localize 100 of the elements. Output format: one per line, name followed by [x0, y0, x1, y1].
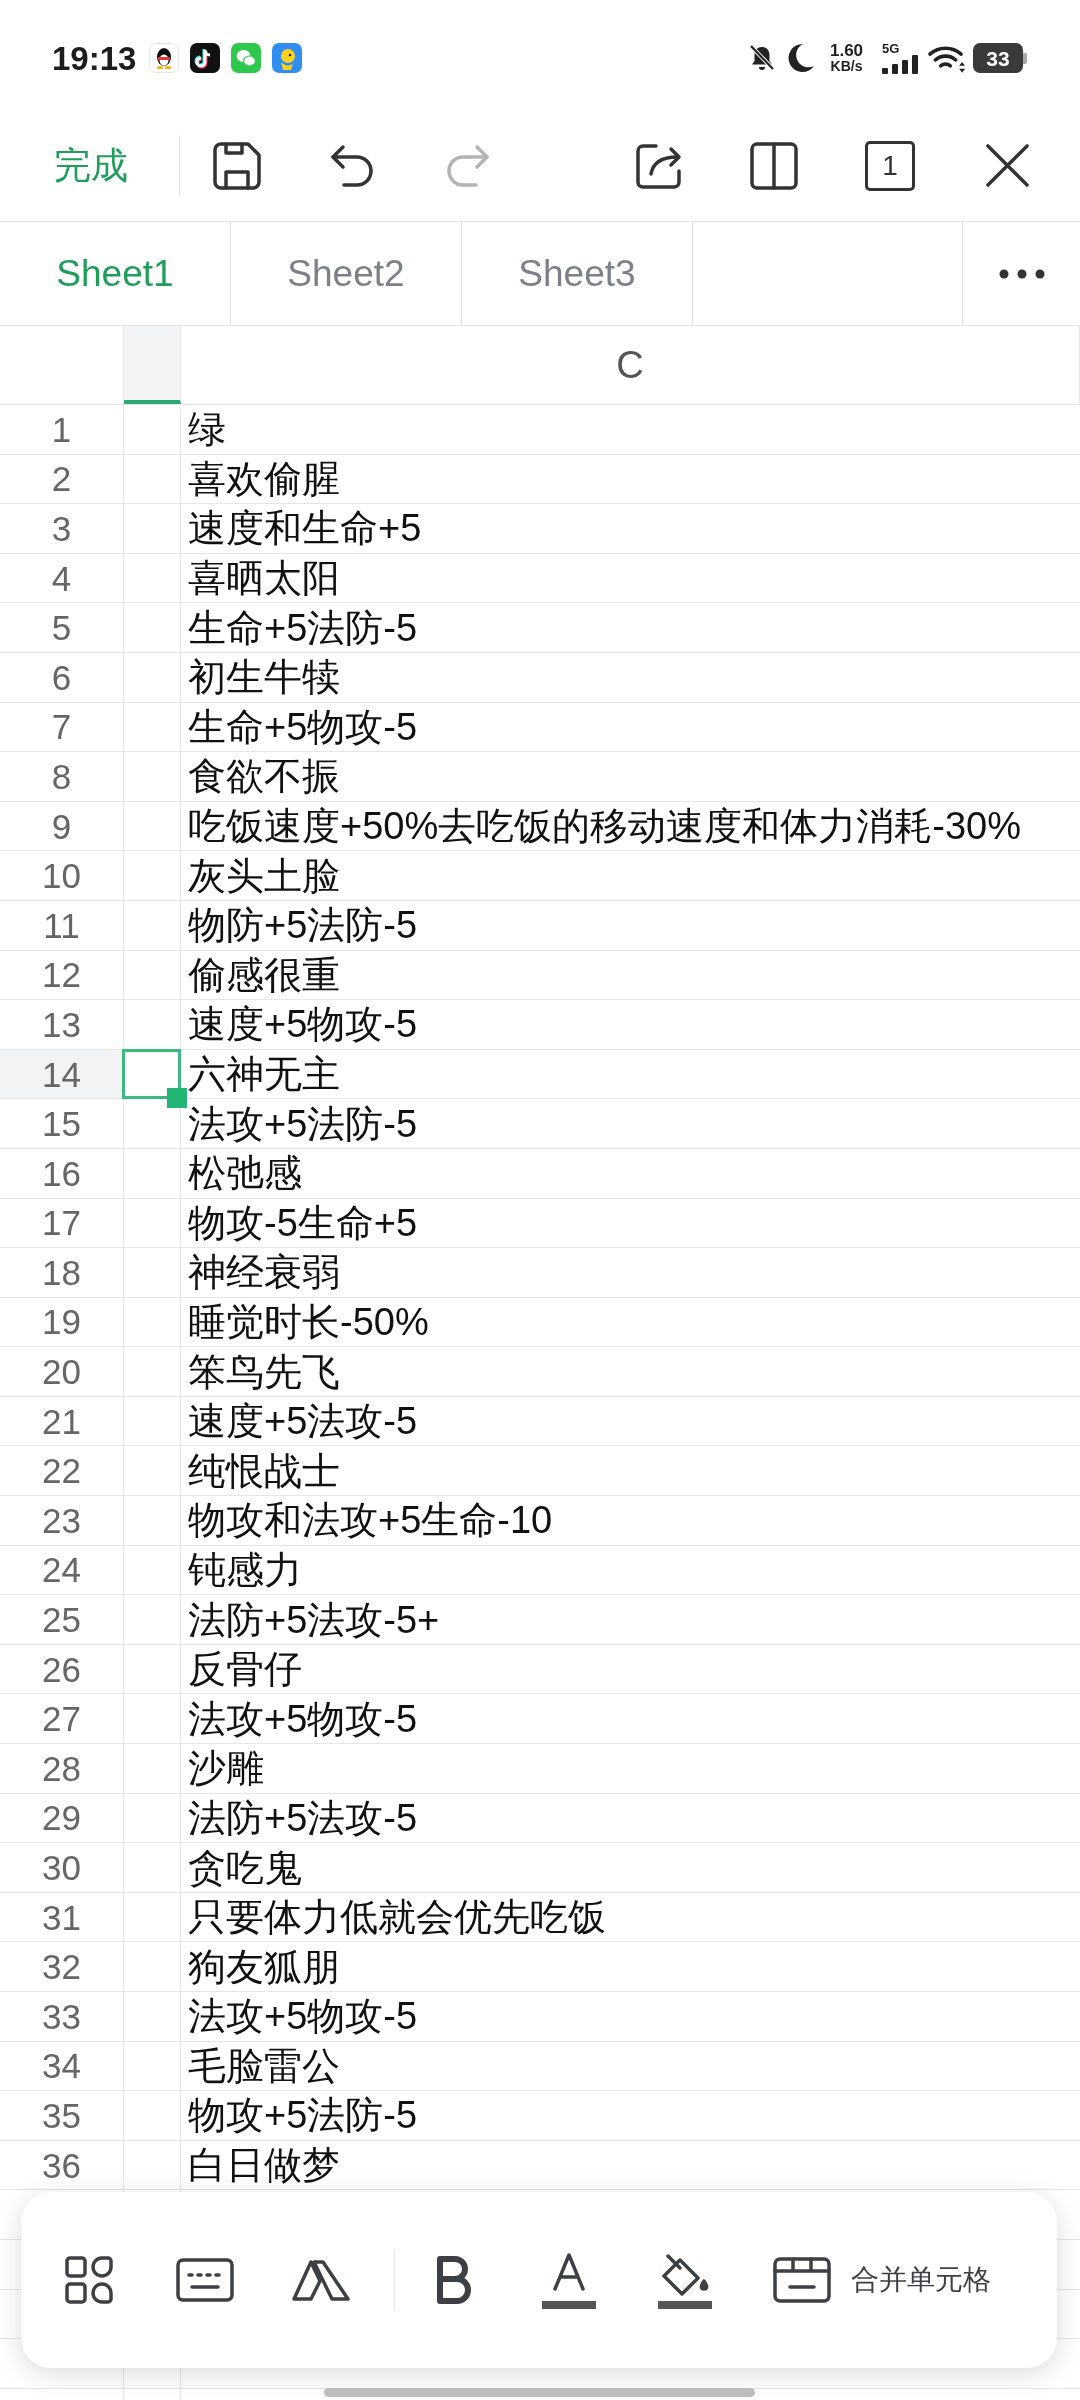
- cell-text: 绿: [188, 407, 226, 453]
- row-header[interactable]: 16: [0, 1148, 124, 1198]
- cell-text: 反骨仔: [188, 1647, 302, 1693]
- row-header[interactable]: 8: [0, 752, 124, 801]
- row-header[interactable]: 22: [0, 1446, 124, 1496]
- grid-layout-icon[interactable]: [64, 2255, 114, 2305]
- cell-text: 法攻+5法防-5: [188, 1101, 418, 1147]
- row-header[interactable]: 28: [0, 1744, 124, 1793]
- row-header[interactable]: 11: [0, 900, 124, 950]
- status-time: 19:13: [52, 41, 137, 75]
- merge-cells-button[interactable]: 合并单元格: [773, 2257, 991, 2303]
- penguin-app-icon: [149, 43, 180, 73]
- cell-text: 钝感力: [188, 1547, 302, 1593]
- row-header[interactable]: 12: [0, 950, 124, 1000]
- row-header[interactable]: 20: [0, 1347, 124, 1396]
- row-header[interactable]: 1: [0, 405, 124, 454]
- column-header[interactable]: [124, 326, 181, 404]
- row-header[interactable]: 5: [0, 603, 124, 652]
- sheet-tab[interactable]: Sheet2: [231, 222, 462, 325]
- network-speed-unit: KB/s: [830, 59, 863, 74]
- page-indicator-button[interactable]: 1: [865, 140, 915, 191]
- row-header[interactable]: 25: [0, 1595, 124, 1644]
- fill-handle-icon[interactable]: [167, 1087, 187, 1108]
- row-header[interactable]: 6: [0, 652, 124, 702]
- row-header[interactable]: 4: [0, 553, 124, 603]
- cell-text: 速度+5法攻-5: [188, 1399, 418, 1445]
- row-header[interactable]: 29: [0, 1793, 124, 1843]
- cell-text: 只要体力低就会优先吃饭: [188, 1895, 606, 1941]
- cell-text: 法攻+5物攻-5: [188, 1994, 418, 2040]
- wifi-icon: [927, 43, 966, 73]
- cell-text: 法防+5法攻-5+: [188, 1597, 440, 1643]
- row-header[interactable]: 35: [0, 2091, 124, 2140]
- keyboard-icon[interactable]: [176, 2258, 234, 2302]
- row-header[interactable]: 15: [0, 1099, 124, 1148]
- cell-text: 速度+5物攻-5: [188, 1002, 418, 1048]
- row-header[interactable]: 18: [0, 1248, 124, 1297]
- save-icon[interactable]: [212, 140, 262, 191]
- close-icon[interactable]: [985, 143, 1030, 188]
- row-header[interactable]: 24: [0, 1545, 124, 1595]
- cell-text: 初生牛犊: [188, 655, 340, 701]
- bird-app-icon: [272, 43, 303, 73]
- done-button[interactable]: 完成: [54, 147, 128, 184]
- cell-text: 物攻-5生命+5: [188, 1200, 418, 1246]
- chat-bubbles-app-icon: [231, 43, 262, 73]
- row-header[interactable]: 32: [0, 1942, 124, 1991]
- cell-text: 毛脸雷公: [188, 2043, 340, 2089]
- cell-text: 贪吃鬼: [188, 1845, 302, 1891]
- cell-text: 物攻和法攻+5生命-10: [188, 1498, 553, 1544]
- cell-style-icon[interactable]: [291, 2258, 351, 2302]
- cell-text: 法攻+5物攻-5: [188, 1696, 418, 1742]
- row-header[interactable]: 13: [0, 1000, 124, 1049]
- row-header[interactable]: 14: [0, 1049, 124, 1099]
- row-header[interactable]: 19: [0, 1297, 124, 1347]
- merge-cells-icon: [773, 2257, 831, 2303]
- cell-text: 六神无主: [188, 1052, 340, 1097]
- row-header[interactable]: 36: [0, 2140, 124, 2190]
- row-header[interactable]: 34: [0, 2041, 124, 2091]
- cell-text: 偷感很重: [188, 952, 340, 998]
- cell-text: 吃饭速度+50%去吃饭的移动速度和体力消耗-30%: [188, 804, 1021, 850]
- signal-icon: [882, 55, 918, 74]
- sheet-tab[interactable]: Sheet1: [0, 222, 231, 325]
- row-header[interactable]: 33: [0, 1992, 124, 2041]
- cell-text: 松弛感: [188, 1151, 302, 1197]
- row-header[interactable]: 30: [0, 1843, 124, 1892]
- row-header[interactable]: 2: [0, 454, 124, 504]
- network-type: 5G: [882, 42, 900, 55]
- cell-text: 神经衰弱: [188, 1250, 340, 1296]
- cell-text: 纯恨战士: [188, 1448, 340, 1494]
- row-header[interactable]: 21: [0, 1396, 124, 1446]
- cell-text: 速度和生命+5: [188, 506, 422, 552]
- row-header[interactable]: 7: [0, 702, 124, 752]
- cell-text: 喜欢偷腥: [188, 456, 340, 502]
- fill-color-icon[interactable]: [658, 2251, 712, 2309]
- cell-text: 食欲不振: [188, 754, 340, 800]
- cell-text: 睡觉时长-50%: [188, 1300, 429, 1345]
- row-header[interactable]: 23: [0, 1496, 124, 1545]
- column-header[interactable]: C: [181, 326, 1080, 404]
- row-header[interactable]: 3: [0, 504, 124, 553]
- cell-text: 生命+5物攻-5: [188, 704, 418, 750]
- row-header[interactable]: 10: [0, 851, 124, 900]
- cell-text: 白日做梦: [188, 2143, 340, 2189]
- cell-text: 物防+5法防-5: [188, 903, 418, 949]
- cell-text: 法防+5法攻-5: [188, 1795, 418, 1841]
- row-header[interactable]: 31: [0, 1892, 124, 1942]
- bell-muted-icon: [747, 43, 777, 73]
- row-header[interactable]: 17: [0, 1198, 124, 1248]
- music-note-app-icon: [190, 43, 221, 73]
- split-view-icon[interactable]: [749, 140, 799, 191]
- row-header[interactable]: 9: [0, 801, 124, 851]
- cell-text: 灰头土脸: [188, 853, 340, 899]
- sheet-tab[interactable]: Sheet3: [462, 222, 693, 325]
- font-color-icon[interactable]: [542, 2251, 596, 2309]
- row-header[interactable]: 26: [0, 1644, 124, 1694]
- network-speed: 1.60: [829, 42, 864, 59]
- more-icon[interactable]: [998, 268, 1045, 279]
- cell-text: 笨鸟先飞: [188, 1349, 340, 1395]
- row-header[interactable]: 27: [0, 1694, 124, 1744]
- cell-text: 物攻+5法防-5: [188, 2093, 418, 2139]
- battery-percentage: 33: [973, 43, 1023, 73]
- cell-text: 沙雕: [188, 1746, 264, 1792]
